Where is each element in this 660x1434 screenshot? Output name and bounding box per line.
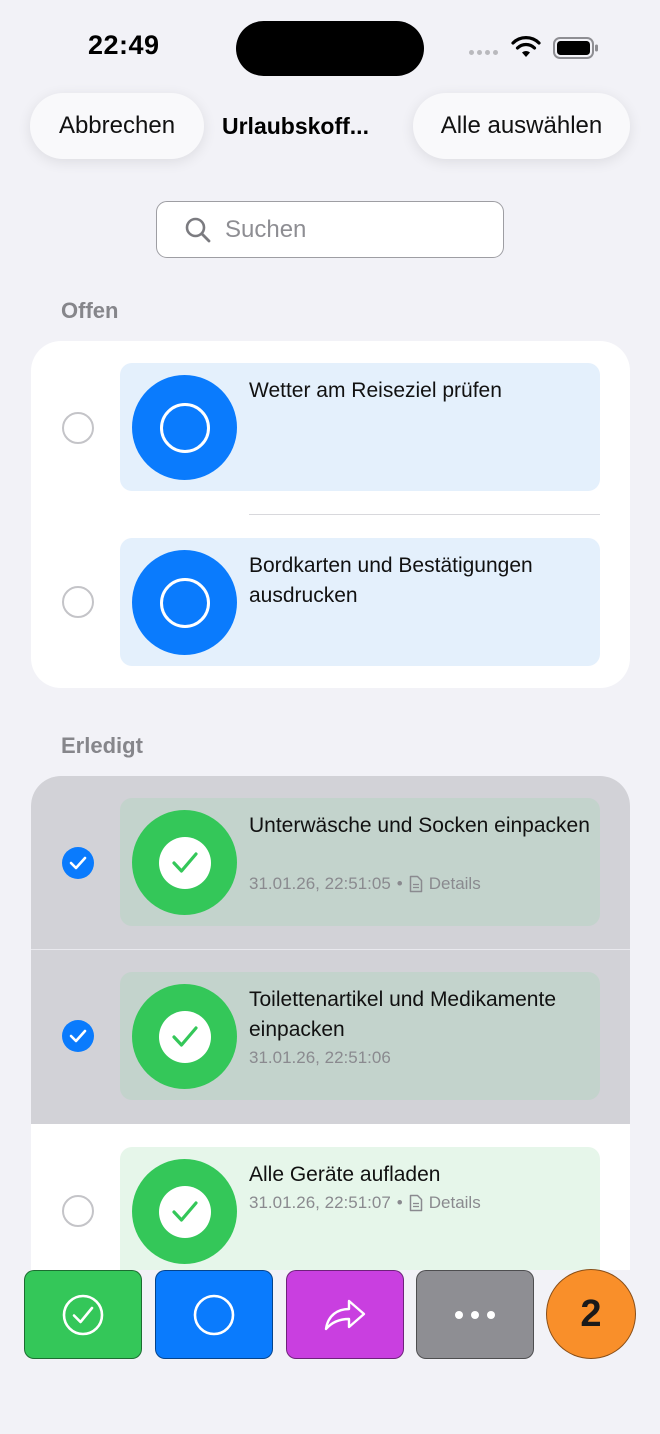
task-meta: 31.01.26, 22:51:06	[249, 1048, 391, 1068]
select-all-button[interactable]: Alle auswählen	[413, 93, 630, 159]
completed-timestamp: 31.01.26, 22:51:05	[249, 874, 391, 893]
task-tile[interactable]: Toilettenartikel und Medikamente einpack…	[120, 972, 600, 1100]
move-button[interactable]	[286, 1270, 404, 1359]
checkmark-icon	[171, 1200, 198, 1222]
task-title: Bordkarten und Bestätigungen ausdrucken	[249, 554, 533, 607]
selection-radio[interactable]	[62, 1195, 94, 1227]
open-status-icon[interactable]	[132, 375, 237, 480]
more-button[interactable]	[416, 1270, 534, 1359]
completed-timestamp: 31.01.26, 22:51:07	[249, 1193, 391, 1212]
checkmark-icon	[171, 1025, 198, 1047]
search-icon	[185, 217, 211, 242]
checkmark-circle-icon	[62, 1294, 104, 1335]
battery-icon	[553, 37, 598, 59]
open-status-icon[interactable]	[132, 550, 237, 655]
checkmark-icon	[69, 856, 87, 870]
mark-open-button[interactable]	[155, 1270, 273, 1359]
details-link[interactable]: Details	[429, 1193, 481, 1213]
share-arrow-icon	[324, 1299, 366, 1330]
task-meta: 31.01.26, 22:51:05 • Details	[249, 874, 481, 894]
task-tile[interactable]: Unterwäsche und Socken einpacken 31.01.2…	[120, 798, 600, 926]
task-title: Wetter am Reiseziel prüfen	[249, 379, 502, 402]
status-time: 22:49	[88, 30, 160, 60]
task-tile[interactable]: Bordkarten und Bestätigungen ausdrucken	[120, 538, 600, 666]
cellular-signal-icon	[469, 50, 498, 55]
page-title: Urlaubskoff...	[222, 113, 369, 139]
dynamic-island	[236, 21, 424, 76]
circle-icon	[193, 1294, 235, 1335]
list-item[interactable]: Alle Geräte aufladen 31.01.26, 22:51:07 …	[31, 1124, 630, 1270]
task-tile[interactable]: Alle Geräte aufladen 31.01.26, 22:51:07 …	[120, 1147, 600, 1270]
list-item[interactable]: Unterwäsche und Socken einpacken 31.01.2…	[31, 776, 630, 949]
meta-separator: •	[396, 1193, 403, 1212]
wifi-icon	[511, 36, 541, 57]
task-title: Alle Geräte aufladen	[249, 1163, 441, 1186]
meta-separator: •	[396, 874, 403, 893]
done-tasks-group: Unterwäsche und Socken einpacken 31.01.2…	[31, 776, 630, 1270]
document-icon	[409, 875, 422, 893]
checkmark-icon	[171, 851, 198, 873]
selection-checkbox[interactable]	[62, 1020, 94, 1052]
task-title: Toilettenartikel und Medikamente einpack…	[249, 988, 557, 1041]
section-header-done: Erledigt	[61, 733, 143, 758]
more-ellipsis-icon	[455, 1310, 495, 1319]
document-icon	[409, 1194, 422, 1212]
open-tasks-group: Wetter am Reiseziel prüfen Bordkarten un…	[31, 341, 630, 688]
selection-checkbox[interactable]	[62, 847, 94, 879]
checkmark-icon	[69, 1029, 87, 1043]
search-placeholder: Suchen	[225, 215, 307, 243]
cancel-button[interactable]: Abbrechen	[30, 93, 204, 159]
task-tile[interactable]: Wetter am Reiseziel prüfen	[120, 363, 600, 491]
list-item[interactable]: Bordkarten und Bestätigungen ausdrucken	[31, 515, 630, 688]
list-item[interactable]: Wetter am Reiseziel prüfen	[31, 341, 630, 515]
details-link[interactable]: Details	[429, 874, 481, 894]
done-status-icon[interactable]	[132, 810, 237, 915]
mark-done-button[interactable]	[24, 1270, 142, 1359]
section-header-open: Offen	[61, 298, 119, 323]
selected-count-badge: 2	[546, 1269, 636, 1359]
task-title: Unterwäsche und Socken einpacken	[249, 814, 590, 837]
selection-radio[interactable]	[62, 586, 94, 618]
completed-timestamp: 31.01.26, 22:51:06	[249, 1048, 391, 1067]
done-status-icon[interactable]	[132, 1159, 237, 1264]
done-status-icon[interactable]	[132, 984, 237, 1089]
task-meta: 31.01.26, 22:51:07 • Details	[249, 1193, 481, 1213]
list-item[interactable]: Toilettenartikel und Medikamente einpack…	[31, 950, 630, 1124]
selection-radio[interactable]	[62, 412, 94, 444]
search-field[interactable]: Suchen	[156, 201, 504, 258]
